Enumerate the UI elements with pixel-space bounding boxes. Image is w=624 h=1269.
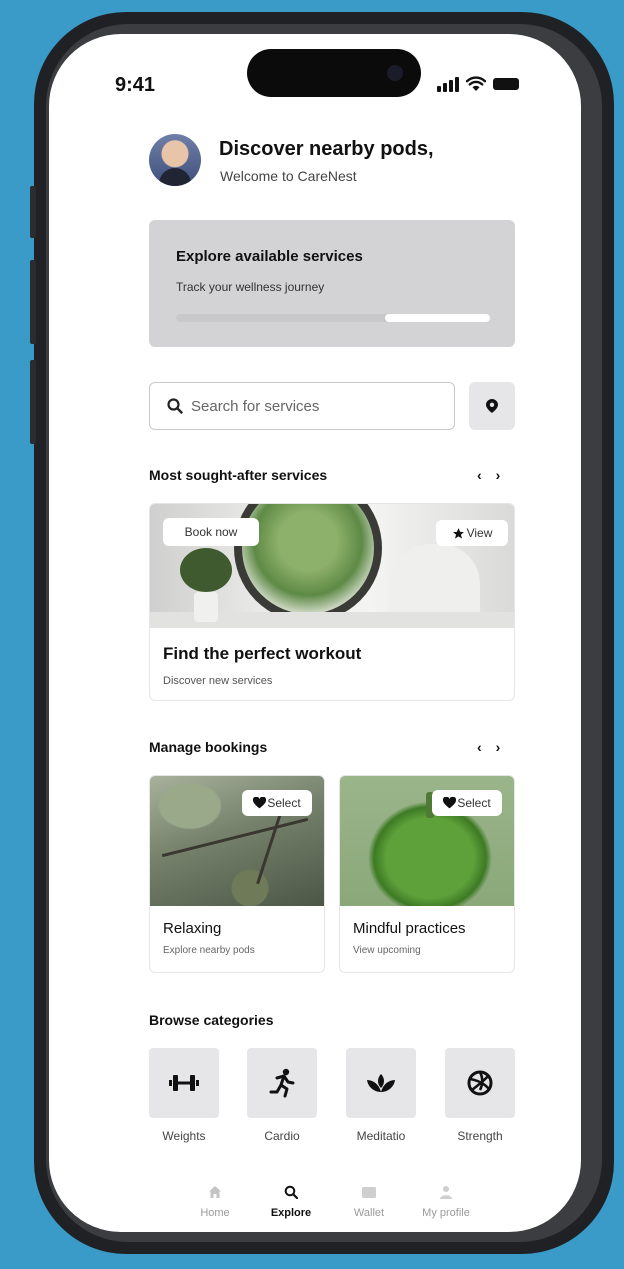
section-title-categories: Browse categories: [149, 1012, 274, 1028]
nav-label: Explore: [270, 1207, 312, 1219]
search-input[interactable]: Search for services: [149, 382, 455, 430]
select-button[interactable]: Select: [242, 790, 312, 816]
nav-my-profile[interactable]: My profile: [414, 1185, 478, 1219]
category-label: Weights: [162, 1129, 206, 1143]
nav-label: Wallet: [353, 1207, 385, 1219]
location-pin-icon: [486, 399, 498, 413]
search-icon: [284, 1185, 299, 1200]
booking-card-title: Relaxing: [163, 920, 222, 937]
user-icon: [440, 1186, 452, 1199]
page-title: Discover nearby pods,: [219, 138, 434, 160]
view-label: View: [466, 526, 493, 540]
side-button: [30, 186, 36, 238]
status-time: 9:41: [115, 74, 156, 96]
heart-icon: [443, 797, 457, 809]
wellness-progress-fill: [385, 314, 490, 322]
category-label: Strength: [457, 1129, 503, 1143]
category-label: Cardio: [264, 1129, 300, 1143]
popular-carousel-arrows: ‹ ›: [477, 467, 500, 483]
nav-wallet[interactable]: Wallet: [337, 1185, 401, 1219]
signal-icon: [437, 76, 459, 92]
featured-service-card[interactable]: Book now View Find the perfect workout D…: [149, 503, 515, 701]
section-title-bookings: Manage bookings: [149, 739, 268, 755]
chevron-right-icon[interactable]: ›: [496, 467, 501, 483]
nav-label: My profile: [422, 1207, 470, 1219]
star-icon: [452, 527, 464, 539]
heart-icon: [253, 797, 267, 809]
bookings-carousel-arrows: ‹ ›: [477, 739, 500, 755]
status-icons: [437, 76, 519, 92]
view-button[interactable]: View: [436, 520, 508, 546]
chevron-left-icon[interactable]: ‹: [477, 467, 482, 483]
booking-card[interactable]: Select Mindful practices View upcoming: [339, 775, 515, 973]
booking-card[interactable]: Select Relaxing Explore nearby pods: [149, 775, 325, 973]
nav-explore[interactable]: Explore: [259, 1185, 323, 1219]
location-button[interactable]: [469, 382, 515, 430]
volleyball-icon: [467, 1070, 493, 1096]
select-button[interactable]: Select: [432, 790, 502, 816]
category-weights-button[interactable]: [149, 1048, 219, 1118]
category-meditation-button[interactable]: [346, 1048, 416, 1118]
dumbbell-icon: [169, 1075, 199, 1091]
camera-icon: [387, 65, 403, 81]
hero-title: Explore available services: [176, 248, 363, 265]
section-title-popular: Most sought-after services: [149, 467, 328, 483]
featured-service-title: Find the perfect workout: [163, 644, 362, 663]
search-icon: [167, 398, 183, 414]
book-now-label: Book now: [184, 525, 238, 539]
booking-card-subtitle: Explore nearby pods: [163, 945, 255, 956]
select-label: Select: [267, 796, 301, 810]
battery-icon: [493, 78, 519, 90]
running-icon: [269, 1068, 295, 1098]
wallet-icon: [362, 1187, 376, 1198]
booking-card-title: Mindful practices: [353, 920, 466, 937]
avatar[interactable]: [149, 134, 201, 186]
category-label: Meditatio: [356, 1129, 406, 1143]
wifi-icon: [466, 76, 486, 91]
booking-card-subtitle: View upcoming: [353, 945, 421, 956]
lotus-icon: [367, 1074, 395, 1092]
nav-home[interactable]: Home: [183, 1185, 247, 1219]
volume-down-button: [30, 360, 36, 444]
page-subtitle: Welcome to CareNest: [220, 168, 357, 184]
category-cardio-button[interactable]: [247, 1048, 317, 1118]
home-icon: [209, 1186, 221, 1198]
dynamic-island: [247, 49, 421, 97]
volume-up-button: [30, 260, 36, 344]
chevron-left-icon[interactable]: ‹: [477, 739, 482, 755]
category-strength-button[interactable]: [445, 1048, 515, 1118]
search-placeholder: Search for services: [191, 397, 320, 415]
hero-subtitle: Track your wellness journey: [176, 280, 325, 294]
book-now-button[interactable]: Book now: [163, 518, 259, 546]
featured-service-subtitle: Discover new services: [163, 675, 273, 687]
select-label: Select: [457, 796, 491, 810]
chevron-right-icon[interactable]: ›: [496, 739, 501, 755]
app-screen: 9:41 Discover nearby pods, Welcome to Ca…: [49, 34, 581, 1232]
nav-label: Home: [200, 1207, 230, 1219]
